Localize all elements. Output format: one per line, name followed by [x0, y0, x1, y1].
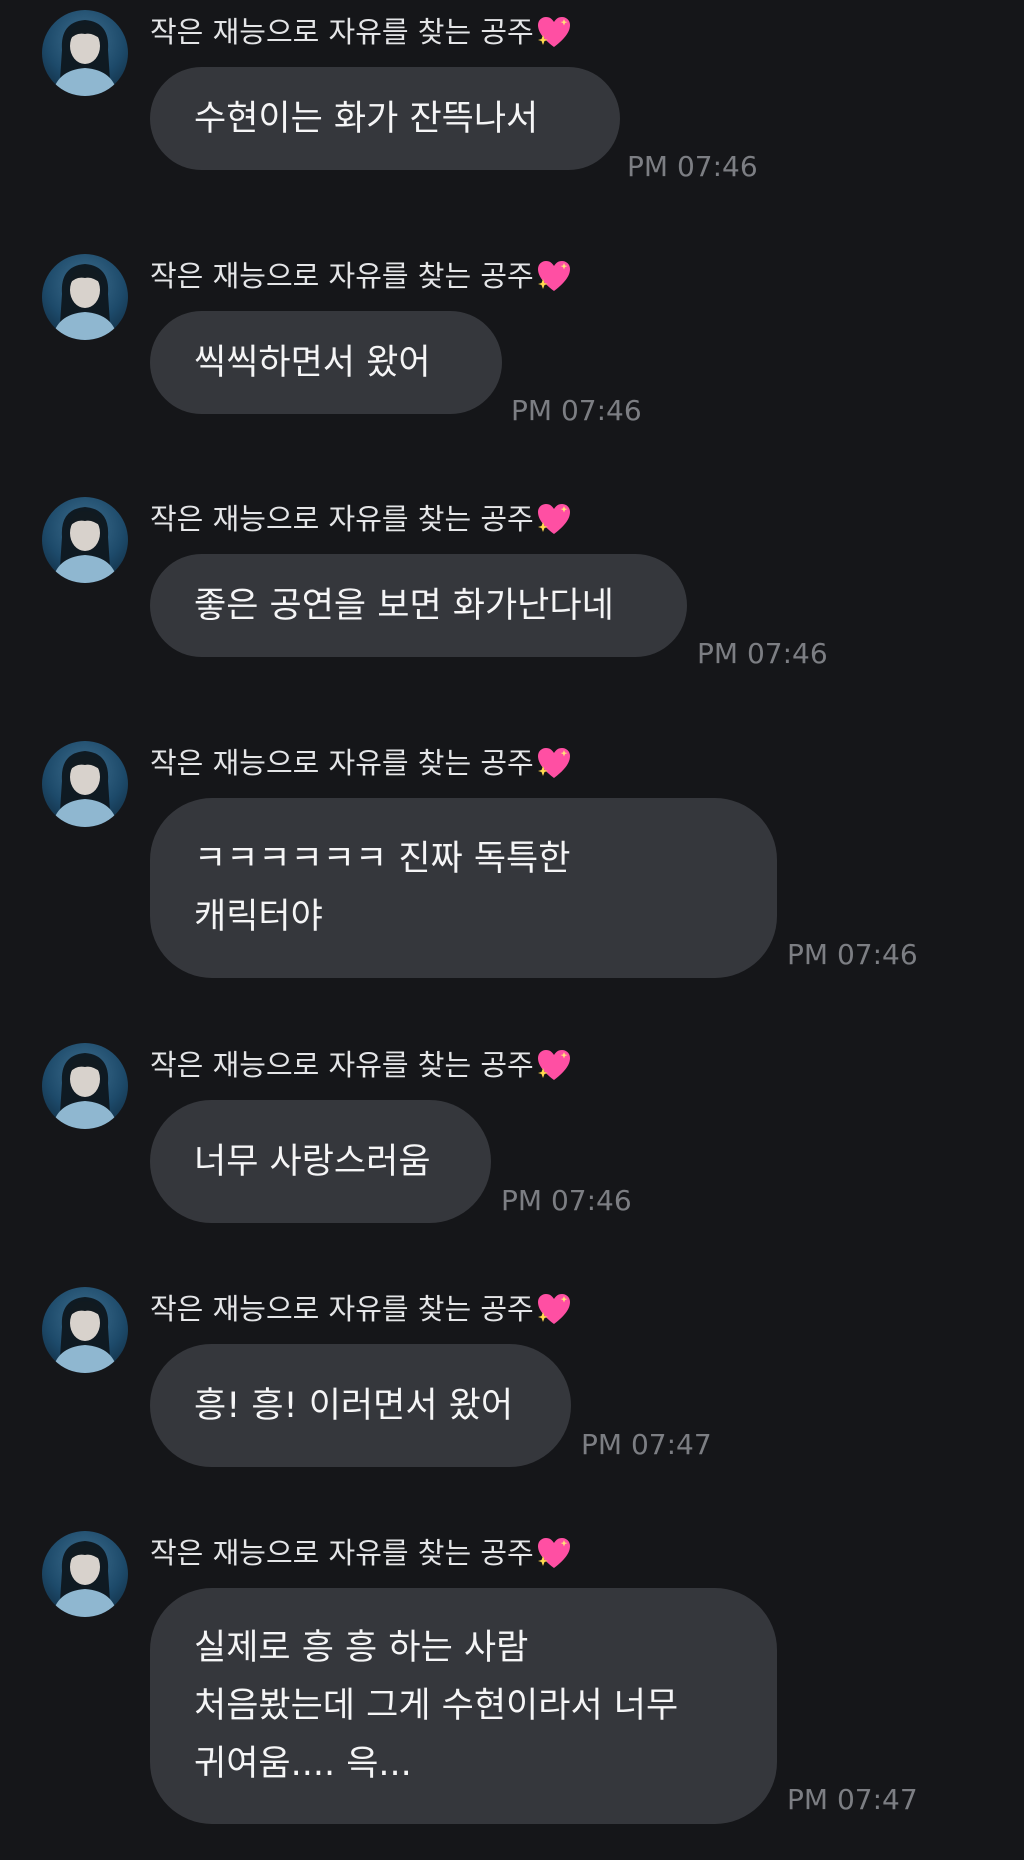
timestamp: PM 07:46: [501, 1184, 632, 1217]
sparkling-heart-icon: [537, 1538, 570, 1568]
avatar-image: [52, 1053, 118, 1129]
avatar-image: [52, 751, 118, 827]
message-text: 귀여움.... 윽...: [194, 1744, 412, 1784]
avatar[interactable]: [42, 10, 128, 96]
timestamp: PM 07:47: [787, 1783, 918, 1816]
avatar[interactable]: [42, 497, 128, 583]
timestamp: PM 07:46: [511, 394, 642, 427]
message-text: 너무 사랑스러움: [194, 1141, 431, 1182]
avatar-image: [52, 264, 118, 340]
avatar[interactable]: [42, 741, 128, 827]
message-text: 처음봤는데 그게 수현이라서 너무: [194, 1686, 679, 1726]
avatar[interactable]: [42, 1531, 128, 1617]
message-bubble[interactable]: 흥! 흥! 이러면서 왔어: [150, 1344, 571, 1467]
message-text: ㅋㅋㅋㅋㅋㅋ 진짜 독특한: [194, 839, 571, 879]
timestamp: PM 07:46: [787, 938, 918, 971]
sender-name: 작은 재능으로 자유를 찾는 공주: [150, 745, 572, 781]
timestamp: PM 07:47: [581, 1428, 712, 1461]
avatar[interactable]: [42, 254, 128, 340]
message-text: 실제로 흥 흥 하는 사람: [194, 1628, 529, 1668]
message-text: 캐릭터야: [194, 897, 323, 937]
avatar[interactable]: [42, 1287, 128, 1373]
message-text: 좋은 공연을 보면 화가난다네: [194, 585, 614, 626]
sender-name: 작은 재능으로 자유를 찾는 공주: [150, 258, 572, 294]
message-bubble[interactable]: 좋은 공연을 보면 화가난다네: [150, 554, 687, 657]
sparkling-heart-icon: [537, 748, 570, 778]
message-text: 씩씩하면서 왔어: [194, 342, 431, 383]
message-bubble[interactable]: 수현이는 화가 잔뜩나서: [150, 67, 620, 170]
sparkling-heart-icon: [537, 1050, 570, 1080]
avatar-image: [52, 1297, 118, 1373]
sender-name: 작은 재능으로 자유를 찾는 공주: [150, 1291, 572, 1327]
sender-name: 작은 재능으로 자유를 찾는 공주: [150, 1535, 572, 1571]
sender-name: 작은 재능으로 자유를 찾는 공주: [150, 1047, 572, 1083]
avatar-image: [52, 20, 118, 96]
sender-name: 작은 재능으로 자유를 찾는 공주: [150, 501, 572, 537]
message-bubble[interactable]: 실제로 흥 흥 하는 사람 처음봤는데 그게 수현이라서 너무 귀여움.... …: [150, 1588, 777, 1824]
sparkling-heart-icon: [537, 261, 570, 291]
message-bubble[interactable]: 씩씩하면서 왔어: [150, 311, 502, 414]
timestamp: PM 07:46: [627, 150, 758, 183]
timestamp: PM 07:46: [697, 637, 828, 670]
message-text: 수현이는 화가 잔뜩나서: [194, 98, 539, 139]
message-text: 흥! 흥! 이러면서 왔어: [194, 1385, 514, 1426]
message-bubble[interactable]: ㅋㅋㅋㅋㅋㅋ 진짜 독특한 캐릭터야: [150, 798, 777, 978]
sparkling-heart-icon: [537, 17, 570, 47]
sender-name: 작은 재능으로 자유를 찾는 공주: [150, 14, 572, 50]
avatar-image: [52, 507, 118, 583]
avatar-image: [52, 1541, 118, 1617]
sparkling-heart-icon: [537, 504, 570, 534]
sparkling-heart-icon: [537, 1294, 570, 1324]
avatar[interactable]: [42, 1043, 128, 1129]
message-bubble[interactable]: 너무 사랑스러움: [150, 1100, 491, 1223]
